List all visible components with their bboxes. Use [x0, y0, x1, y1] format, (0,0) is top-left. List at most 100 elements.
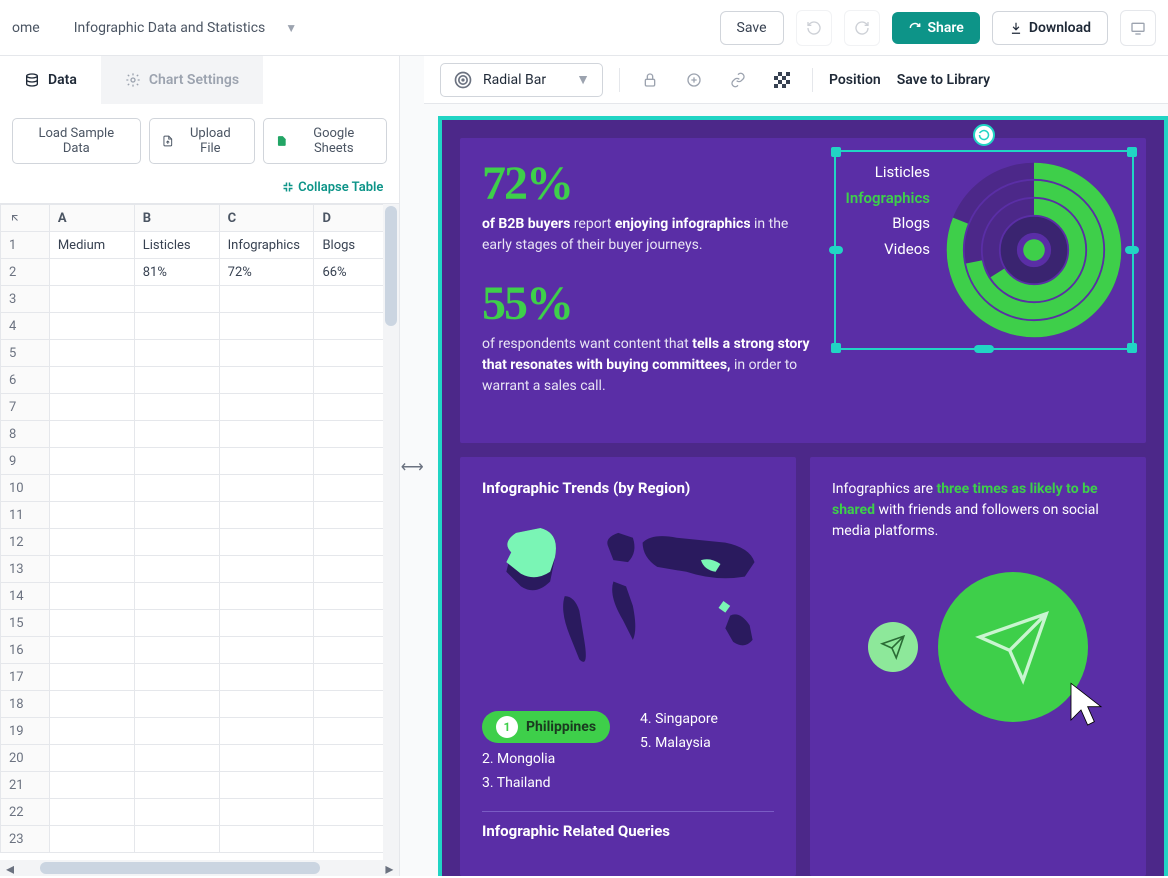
cell[interactable] [134, 637, 219, 664]
table-row[interactable]: 19 [1, 718, 399, 745]
share-button[interactable]: Share [892, 12, 980, 44]
cell[interactable] [219, 718, 314, 745]
cell[interactable] [219, 286, 314, 313]
project-title-dropdown[interactable]: Infographic Data and Statistics ▼ [60, 12, 311, 44]
cell[interactable]: Medium [49, 232, 134, 259]
rotate-handle[interactable] [973, 124, 995, 146]
cell[interactable] [219, 340, 314, 367]
chart-type-select[interactable]: Radial Bar ▼ [440, 63, 603, 97]
present-button[interactable] [1120, 10, 1156, 46]
cell[interactable] [49, 745, 134, 772]
cell[interactable] [49, 691, 134, 718]
save-button[interactable]: Save [720, 11, 784, 45]
resize-handle-se[interactable] [1127, 343, 1137, 353]
table-row[interactable]: 23 [1, 826, 399, 853]
resize-handle-w[interactable] [829, 246, 843, 254]
redo-button[interactable] [844, 10, 880, 46]
lock-icon[interactable] [636, 66, 664, 94]
cell[interactable] [49, 340, 134, 367]
position-button[interactable]: Position [829, 72, 881, 88]
cell[interactable] [219, 826, 314, 853]
cell[interactable] [219, 664, 314, 691]
cell[interactable] [134, 610, 219, 637]
row-header[interactable]: 8 [1, 421, 50, 448]
cell[interactable] [219, 637, 314, 664]
table-row[interactable]: 16 [1, 637, 399, 664]
tab-data[interactable]: Data [0, 56, 101, 104]
cell[interactable] [134, 340, 219, 367]
cell[interactable] [49, 529, 134, 556]
google-sheets-button[interactable]: Google Sheets [263, 118, 388, 164]
cell[interactable] [219, 610, 314, 637]
cell[interactable] [49, 286, 134, 313]
link-icon[interactable] [724, 66, 752, 94]
cell[interactable] [219, 529, 314, 556]
cell[interactable] [49, 718, 134, 745]
cell[interactable] [219, 799, 314, 826]
table-row[interactable]: 21 [1, 772, 399, 799]
cell[interactable] [49, 772, 134, 799]
cell[interactable]: 72% [219, 259, 314, 286]
cell[interactable] [219, 394, 314, 421]
row-header[interactable]: 23 [1, 826, 50, 853]
cell[interactable] [219, 448, 314, 475]
row-header[interactable]: 14 [1, 583, 50, 610]
scrollbar-vertical[interactable] [383, 204, 399, 860]
table-row[interactable]: 4 [1, 313, 399, 340]
table-row[interactable]: 12 [1, 529, 399, 556]
cell[interactable] [219, 421, 314, 448]
collapse-table-link[interactable]: Collapse Table [282, 180, 383, 195]
cell[interactable] [219, 772, 314, 799]
cell[interactable]: 81% [134, 259, 219, 286]
canvas[interactable]: 72% of B2B buyers report enjoying infogr… [424, 104, 1168, 876]
cell[interactable] [134, 448, 219, 475]
cell[interactable] [49, 556, 134, 583]
row-header[interactable]: 15 [1, 610, 50, 637]
transparency-icon[interactable] [768, 66, 796, 94]
table-row[interactable]: 13 [1, 556, 399, 583]
row-header[interactable]: 21 [1, 772, 50, 799]
cell[interactable] [134, 475, 219, 502]
table-row[interactable]: 11 [1, 502, 399, 529]
undo-button[interactable] [796, 10, 832, 46]
cell[interactable] [49, 502, 134, 529]
cell[interactable] [134, 313, 219, 340]
cell[interactable] [49, 583, 134, 610]
table-row[interactable]: 281%72%66% [1, 259, 399, 286]
cell[interactable] [49, 475, 134, 502]
table-row[interactable]: 14 [1, 583, 399, 610]
row-header[interactable]: 18 [1, 691, 50, 718]
tab-chart-settings[interactable]: Chart Settings [101, 56, 263, 104]
table-row[interactable]: 6 [1, 367, 399, 394]
table-row[interactable]: 8 [1, 421, 399, 448]
table-row[interactable]: 15 [1, 610, 399, 637]
cell[interactable]: Infographics [219, 232, 314, 259]
cell[interactable] [219, 367, 314, 394]
row-header[interactable]: 3 [1, 286, 50, 313]
cell[interactable] [219, 313, 314, 340]
col-header[interactable]: B [134, 205, 219, 232]
infographic-canvas[interactable]: 72% of B2B buyers report enjoying infogr… [438, 116, 1168, 876]
col-header[interactable]: C [219, 205, 314, 232]
cell[interactable] [134, 502, 219, 529]
cell[interactable] [219, 556, 314, 583]
sheet-corner[interactable] [1, 205, 50, 232]
table-row[interactable]: 3 [1, 286, 399, 313]
cell[interactable] [49, 664, 134, 691]
row-header[interactable]: 12 [1, 529, 50, 556]
stats-card[interactable]: 72% of B2B buyers report enjoying infogr… [460, 138, 1146, 443]
cell[interactable] [134, 529, 219, 556]
cell[interactable] [219, 691, 314, 718]
share-card[interactable]: Infographics are three times as likely t… [810, 457, 1146, 876]
resize-handle-s[interactable] [974, 345, 994, 353]
cell[interactable] [134, 583, 219, 610]
cell[interactable] [134, 718, 219, 745]
cell[interactable] [49, 367, 134, 394]
cell[interactable] [49, 394, 134, 421]
cell[interactable] [134, 691, 219, 718]
panel-resize-handle[interactable]: ⟷ [400, 56, 424, 876]
row-header[interactable]: 2 [1, 259, 50, 286]
table-row[interactable]: 18 [1, 691, 399, 718]
cell[interactable] [134, 745, 219, 772]
cell[interactable] [49, 799, 134, 826]
